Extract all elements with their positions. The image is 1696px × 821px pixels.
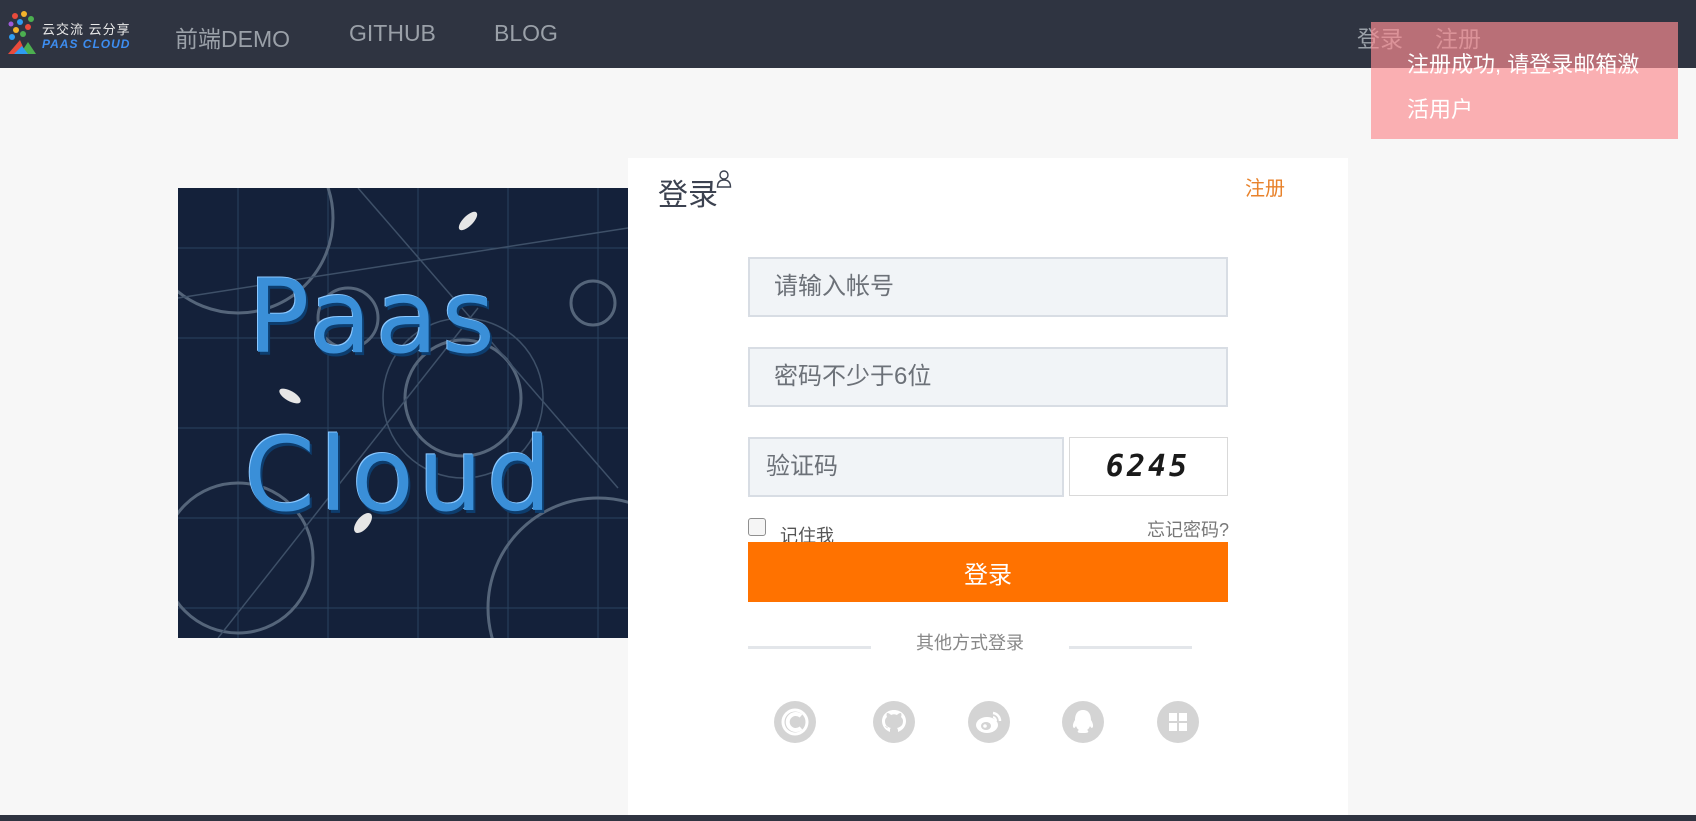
banner-image: Paas Cloud <box>178 188 628 638</box>
logo-tagline: 云交流 云分享 <box>42 22 131 37</box>
banner-background-pattern <box>178 188 628 638</box>
windows-icon[interactable] <box>1157 701 1199 743</box>
weibo-icon[interactable] <box>968 701 1010 743</box>
captcha-code: 6245 <box>1106 449 1190 484</box>
banner-text-line1: Paas <box>248 258 500 377</box>
forgot-password-link[interactable]: 忘记密码? <box>1147 516 1229 542</box>
nav-link-blog[interactable]: BLOG <box>494 20 558 47</box>
banner-text-line2: Cloud <box>244 416 556 535</box>
brand-logo[interactable]: 云交流 云分享 PAAS CLOUD <box>6 10 148 58</box>
nav-link-github[interactable]: GITHUB <box>349 20 436 47</box>
github-icon[interactable] <box>873 701 915 743</box>
captcha-image[interactable]: 6245 <box>1069 437 1228 496</box>
nav-link-demo[interactable]: 前端DEMO <box>175 20 290 54</box>
c-logo-icon[interactable] <box>774 701 816 743</box>
other-login-methods-label: 其他方式登录 <box>916 633 1024 653</box>
notification-message: 注册成功, 请登录邮箱激活用户 <box>1407 52 1640 122</box>
notification-toast: 注册成功, 请登录邮箱激活用户 <box>1371 22 1678 139</box>
divider-right <box>1069 646 1192 649</box>
cloud-logo-icon <box>8 11 36 54</box>
password-input[interactable] <box>748 347 1228 407</box>
remember-me-checkbox[interactable] <box>748 518 766 536</box>
account-input[interactable] <box>748 257 1228 317</box>
login-title: 登录 <box>658 179 718 212</box>
divider-left <box>748 646 871 649</box>
card-register-link[interactable]: 注册 <box>1245 172 1285 201</box>
footer-bar <box>0 815 1696 821</box>
captcha-graphic: 6245 <box>1106 449 1190 484</box>
qq-icon[interactable] <box>1062 701 1104 743</box>
captcha-input[interactable] <box>748 437 1064 497</box>
login-card: 登录 注册 6245 记住我 忘记密码? 登录 其他方式登录 <box>628 158 1348 821</box>
login-submit-button[interactable]: 登录 <box>748 542 1228 602</box>
user-icon <box>716 170 732 188</box>
logo-wordmark: PAAS CLOUD <box>42 37 131 51</box>
